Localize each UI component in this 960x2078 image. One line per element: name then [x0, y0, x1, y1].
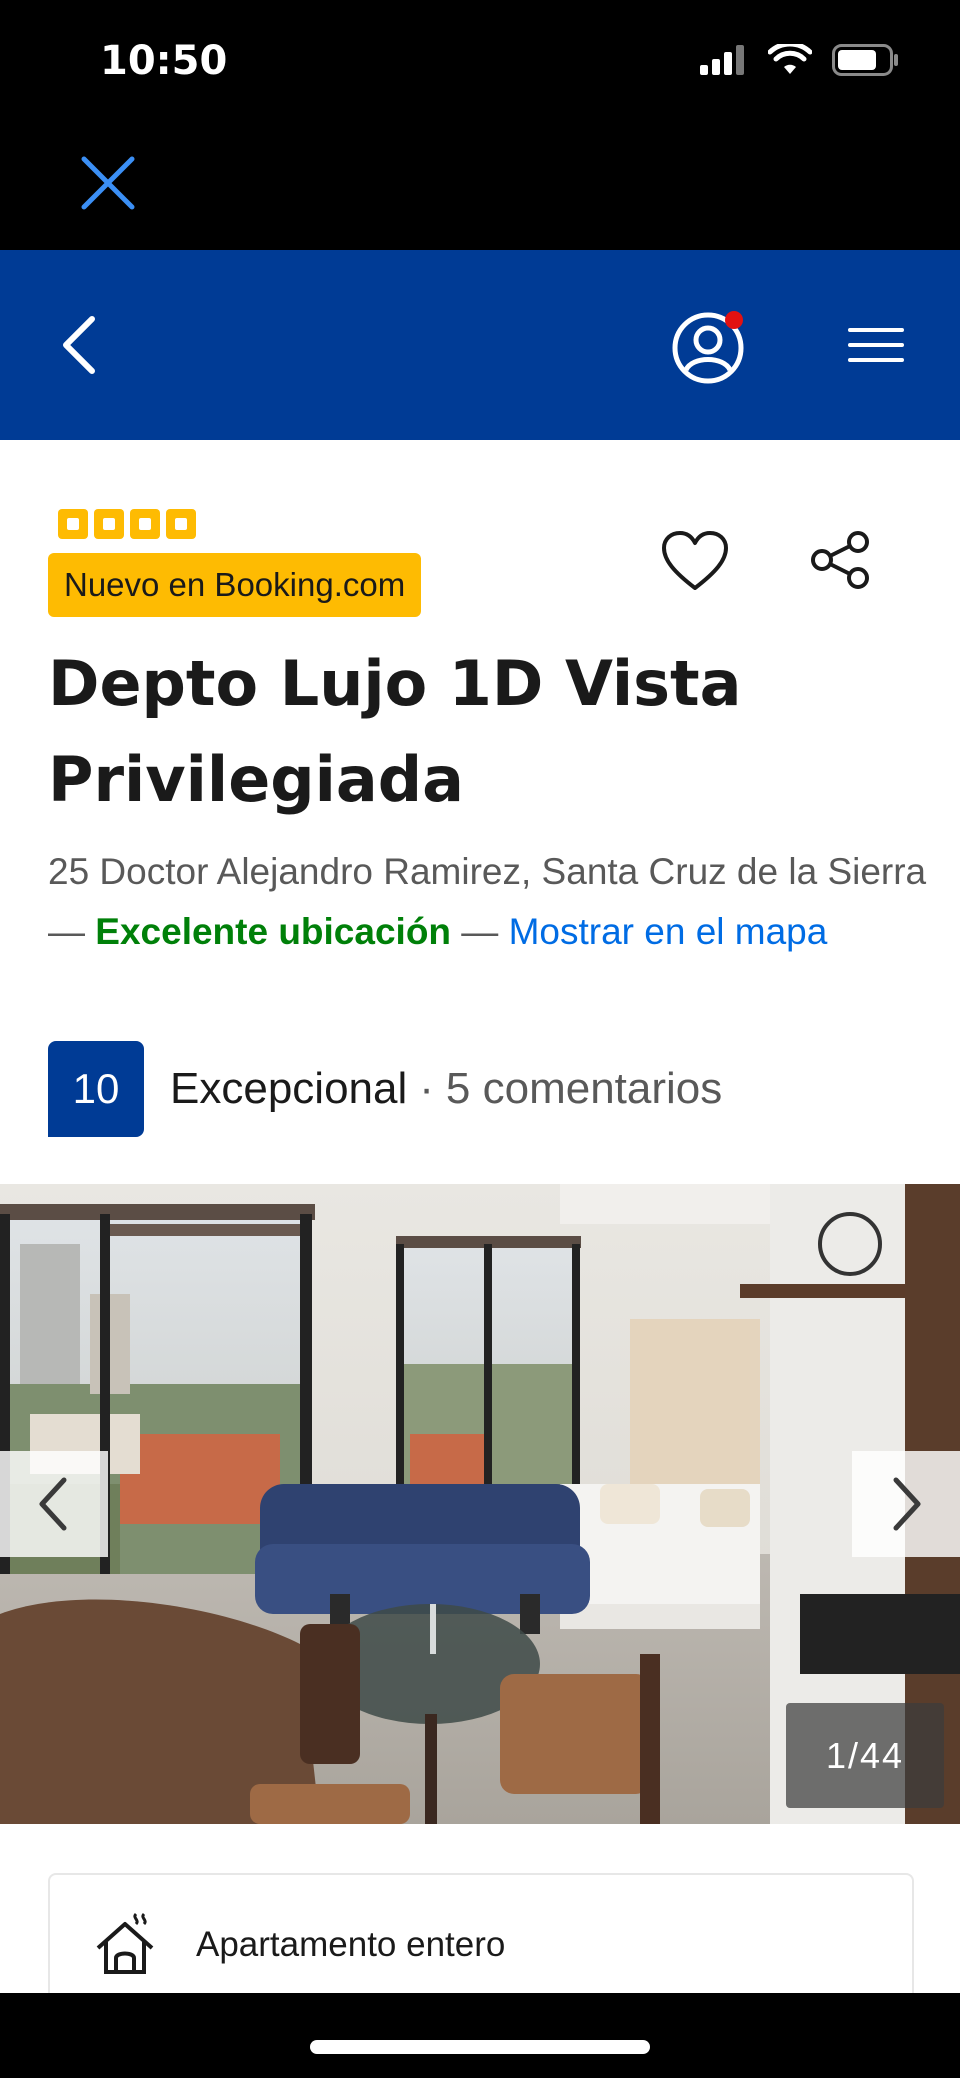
location-rating: Excelente ubicación — [95, 911, 452, 952]
gallery-prev-button[interactable] — [0, 1451, 108, 1557]
browser-title: Depto Lujo 1D Vista Privilegi... — [188, 157, 908, 211]
nav-bar — [0, 250, 960, 440]
review-score: 10 — [48, 1041, 144, 1137]
review-score-row[interactable]: 10 Excepcional · 5 comentarios — [48, 1041, 722, 1137]
wifi-icon — [768, 44, 812, 74]
house-heating-icon — [96, 1912, 154, 1974]
gallery-next-button[interactable] — [852, 1451, 960, 1557]
gallery-counter: 1/44 — [786, 1703, 944, 1808]
status-bar: 10:50 — [0, 0, 960, 125]
review-count[interactable]: 5 comentarios — [446, 1064, 722, 1114]
status-time: 10:50 — [100, 38, 228, 84]
star-icon — [130, 509, 160, 539]
new-badge: Nuevo en Booking.com — [48, 553, 422, 617]
separator: — — [451, 911, 509, 952]
star-rating — [58, 509, 196, 539]
back-arrow-icon[interactable] — [56, 313, 106, 377]
heart-icon[interactable] — [660, 530, 730, 594]
status-icons — [700, 44, 900, 76]
battery-icon — [832, 44, 898, 76]
separator: — — [48, 911, 96, 952]
share-icon[interactable] — [808, 530, 874, 590]
chevron-right-icon — [893, 1477, 921, 1531]
menu-icon[interactable] — [848, 320, 904, 370]
star-icon — [58, 509, 88, 539]
address-text: 25 Doctor Alejandro Ramirez, Santa Cruz … — [48, 851, 927, 892]
facility-label: Apartamento entero — [196, 1925, 506, 1964]
signal-icon — [700, 45, 744, 75]
star-icon — [166, 509, 196, 539]
notification-dot — [725, 311, 743, 329]
star-icon — [94, 509, 124, 539]
dot-separator: · — [419, 1064, 434, 1113]
property-address: 25 Doctor Alejandro Ramirez, Santa Cruz … — [48, 842, 928, 962]
chevron-left-icon — [39, 1477, 67, 1531]
score-word: Excepcional — [170, 1064, 408, 1113]
property-title: Depto Lujo 1D Vista Privilegiada — [48, 647, 742, 816]
close-icon[interactable] — [78, 153, 138, 213]
home-indicator[interactable] — [310, 2040, 650, 2054]
show-map-link[interactable]: Mostrar en el mapa — [509, 911, 828, 952]
account-icon[interactable] — [668, 306, 748, 386]
home-bar-area — [0, 1993, 960, 2078]
